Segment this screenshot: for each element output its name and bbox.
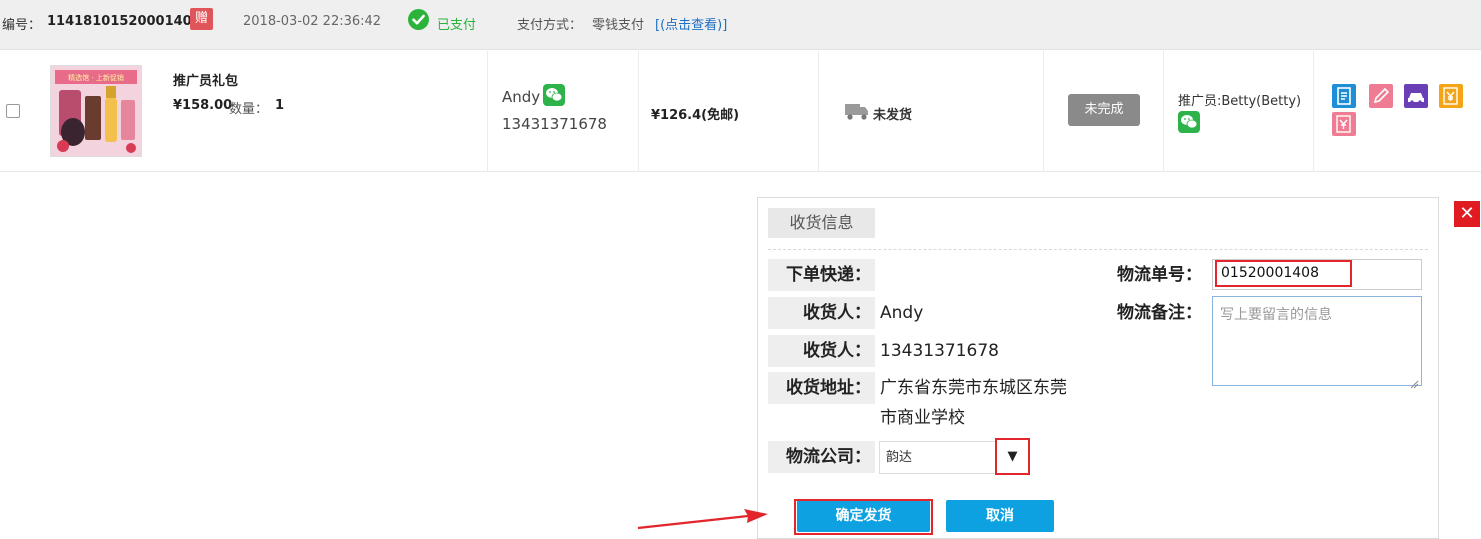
highlight-box (794, 499, 933, 535)
wechat-icon[interactable] (1178, 111, 1200, 133)
highlight-box (1215, 260, 1352, 287)
order-total: ¥126.4(免邮) (651, 108, 740, 123)
divider (768, 249, 1428, 250)
column-divider (1163, 51, 1164, 171)
note-icon[interactable] (1332, 84, 1356, 108)
order-number: 11418101520001408 (47, 14, 201, 29)
receiver-phone-label: 收货人： (768, 335, 875, 367)
incomplete-button[interactable]: 未完成 (1068, 94, 1140, 126)
receiver-label: 收货人： (768, 297, 875, 329)
truck-icon (845, 102, 869, 120)
column-divider (818, 51, 819, 171)
column-divider (638, 51, 639, 171)
carrier-label: 物流公司： (768, 441, 875, 473)
product-price: ¥158.00 (173, 98, 233, 113)
order-time: 2018-03-02 22:36:42 (243, 14, 382, 29)
cancel-button[interactable]: 取消 (946, 500, 1054, 532)
remark-label: 物流备注： (1117, 303, 1202, 323)
quantity-label: 数量： (229, 102, 269, 117)
car-icon[interactable] (1404, 84, 1428, 108)
close-button[interactable]: ✕ (1454, 201, 1480, 227)
receiver-value: Andy (880, 303, 924, 323)
courier-label: 下单快递： (768, 259, 875, 291)
check-circle-icon (408, 9, 429, 30)
buyer-phone: 13431371678 (502, 115, 607, 133)
shipping-panel: 收货信息 下单快递： 收货人： Andy 收货人： 13431371678 收货… (757, 197, 1439, 539)
column-divider (487, 51, 488, 171)
quantity-value: 1 (275, 98, 285, 113)
buyer-name: Andy (502, 88, 541, 106)
thumb-banner-text: 精选馆 · 上新促销 (68, 73, 124, 82)
chevron-down-icon[interactable]: ▼ (995, 438, 1030, 475)
ship-status: 未发货 (873, 108, 913, 123)
paid-status: 已支付 (437, 18, 477, 33)
tracking-no-label: 物流单号： (1117, 265, 1202, 285)
column-divider (1043, 51, 1044, 171)
panel-title: 收货信息 (768, 208, 875, 238)
address-label: 收货地址： (768, 372, 875, 404)
remark-placeholder: 写上要留言的信息 (1220, 307, 1332, 323)
resize-grip-icon[interactable] (1410, 374, 1419, 389)
yen-icon[interactable] (1439, 84, 1463, 108)
address-line-2: 市商业学校 (880, 408, 965, 428)
edit-icon[interactable] (1369, 84, 1393, 108)
wechat-icon[interactable] (543, 84, 565, 106)
order-row: 精选馆 · 上新促销 推广员礼包 ¥158.00 数量： 1 Andy 1343… (0, 51, 1481, 172)
arrow-icon (636, 505, 771, 531)
row-checkbox[interactable] (6, 104, 20, 118)
column-divider (1313, 51, 1314, 171)
pay-view-link[interactable]: [(点击查看)] (655, 14, 727, 33)
order-no-label: 编号： (2, 18, 42, 33)
gift-badge: 赠 (190, 8, 213, 30)
pay-method: 零钱支付 (592, 18, 645, 33)
pay-method-label: 支付方式： (517, 18, 583, 33)
product-name[interactable]: 推广员礼包 (173, 70, 238, 89)
receiver-phone-value: 13431371678 (880, 341, 999, 361)
address-line-1: 广东省东莞市东城区东莞 (880, 378, 1067, 398)
promoter-info: 推广员:Betty(Betty) (1178, 94, 1302, 109)
refund-icon[interactable] (1332, 112, 1356, 136)
product-thumbnail[interactable]: 精选馆 · 上新促销 (50, 65, 142, 157)
order-header: 编号： 11418101520001408 赠 2018-03-02 22:36… (0, 0, 1481, 50)
